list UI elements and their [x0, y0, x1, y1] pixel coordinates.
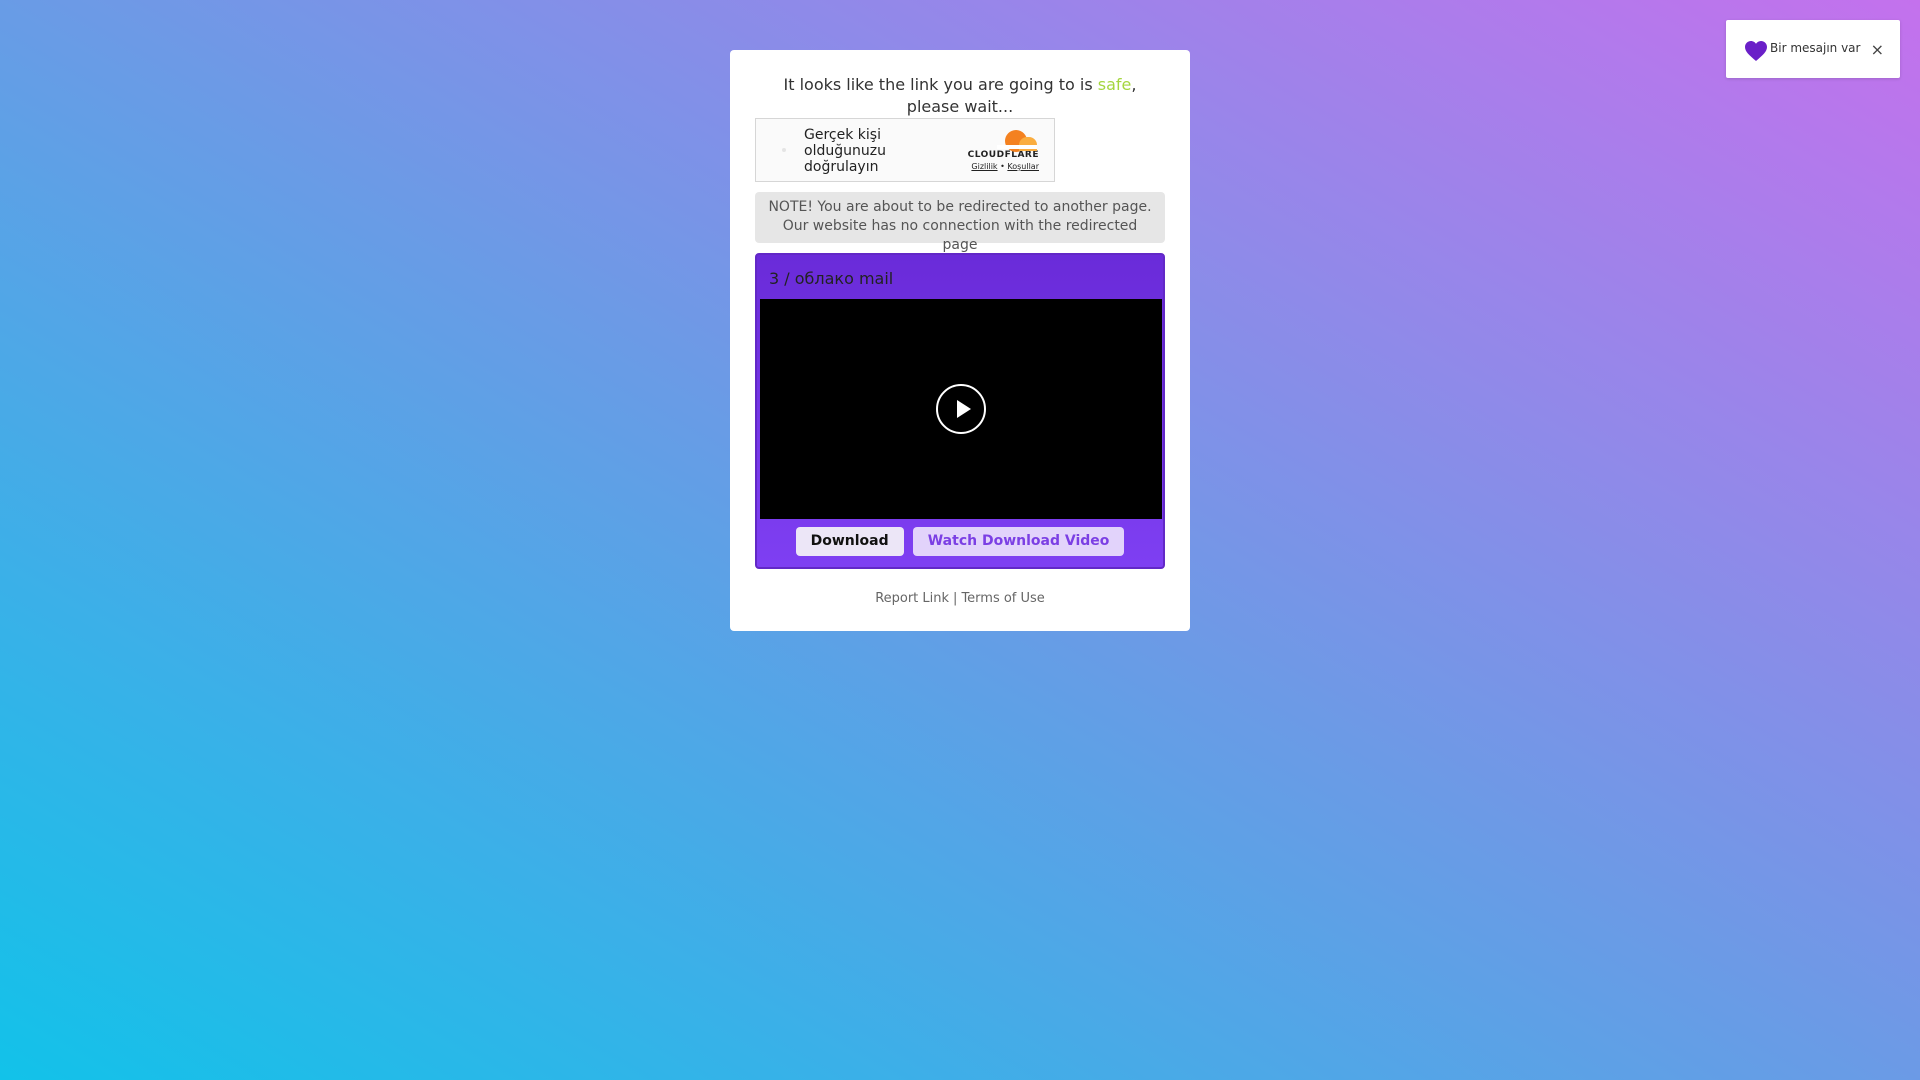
download-button[interactable]: Download [795, 527, 904, 556]
notification-message: Bir mesajın var [1770, 41, 1861, 55]
heart-icon [1745, 41, 1767, 61]
cloudflare-wordmark: CLOUDFLARE [967, 150, 1039, 160]
video-title: 3 / облако mail [769, 269, 894, 288]
cloudflare-branding: CLOUDFLARE Gizlilik • Koşullar [963, 129, 1039, 173]
footer-links: Report Link | Terms of Use [755, 591, 1165, 606]
turnstile-captcha[interactable]: Gerçek kişi olduğunuzu doğrulayın CLOUDF… [755, 118, 1055, 182]
video-actions: Download Watch Download Video [757, 527, 1163, 556]
redirect-card: It looks like the link you are going to … [730, 50, 1190, 631]
video-panel: 3 / облако mail Download Watch Download … [755, 253, 1165, 569]
headline-before: It looks like the link you are going to … [783, 75, 1098, 94]
watch-download-video-button[interactable]: Watch Download Video [912, 527, 1125, 556]
cloudflare-logo-icon [997, 129, 1037, 152]
report-link[interactable]: Report Link [875, 591, 949, 606]
captcha-spinner-icon [782, 148, 786, 152]
close-icon[interactable]: × [1871, 40, 1884, 59]
play-icon[interactable] [936, 384, 986, 434]
captcha-privacy-link[interactable]: Gizlilik [971, 162, 997, 171]
redirect-note: NOTE! You are about to be redirected to … [755, 192, 1165, 253]
video-player[interactable] [760, 299, 1162, 519]
message-notification[interactable]: Bir mesajın var × [1726, 20, 1900, 78]
note-text: NOTE! You are about to be redirected to … [768, 199, 1152, 253]
redirect-headline: It looks like the link you are going to … [755, 74, 1165, 118]
terms-of-use-link[interactable]: Terms of Use [961, 591, 1044, 606]
safe-word: safe [1097, 75, 1132, 94]
captcha-label: Gerçek kişi olduğunuzu doğrulayın [804, 127, 886, 175]
captcha-links: Gizlilik • Koşullar [963, 161, 1039, 173]
captcha-terms-link[interactable]: Koşullar [1007, 162, 1039, 171]
captcha-links-separator: • [1000, 162, 1005, 171]
footer-separator: | [953, 591, 958, 606]
